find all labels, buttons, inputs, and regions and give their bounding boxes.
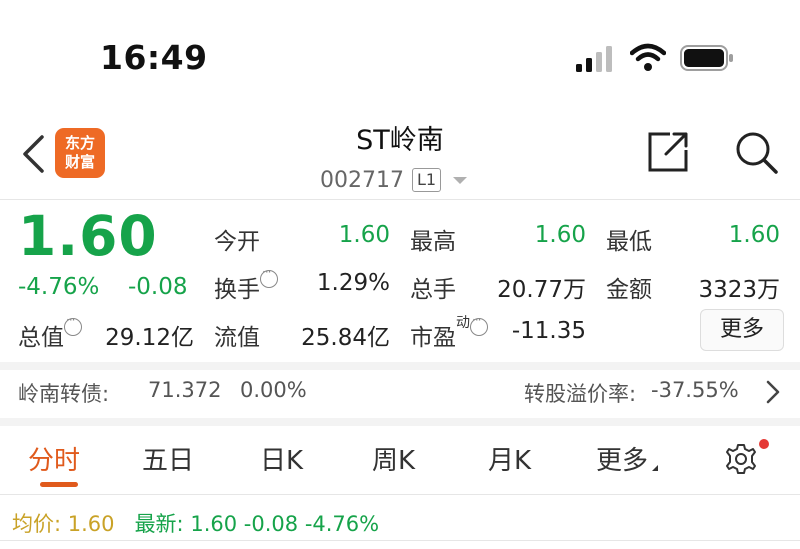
premium-value: -37.55% (651, 378, 739, 402)
more-button[interactable]: 更多 (700, 309, 784, 351)
tab-intraday[interactable]: 分时 (28, 440, 80, 477)
section-divider (0, 362, 800, 370)
float-cap-value: 25.84亿 (301, 325, 390, 351)
tab-five-day[interactable]: 五日 (142, 440, 194, 477)
volume-value: 20.77万 (497, 277, 586, 303)
logo-text-line2: 财富 (64, 153, 95, 171)
corner-caret-icon (652, 465, 659, 471)
market-cap-value: 29.12亿 (105, 325, 194, 351)
battery-icon (680, 45, 733, 71)
intraday-legend: 均价: 1.60 最新: 1.60 -0.08 -4.76% (12, 508, 379, 538)
low-label: 最低 (606, 229, 652, 255)
app-logo[interactable]: 东方 财富 (55, 128, 105, 178)
stock-name: ST岭南 (356, 125, 444, 156)
status-time: 16:49 (100, 38, 208, 77)
share-icon[interactable] (644, 128, 692, 176)
section-divider (0, 418, 800, 426)
latest-percent: -4.76% (304, 512, 380, 536)
bond-price: 71.372 (148, 378, 222, 402)
open-value: 1.60 (338, 222, 390, 248)
amount-value: 3323万 (698, 277, 780, 303)
wifi-icon (630, 43, 666, 71)
avg-price-label: 均价: (12, 512, 62, 536)
back-chevron-icon[interactable] (20, 134, 46, 174)
pe-label: 市盈动 (410, 313, 488, 352)
chevron-right-icon[interactable] (766, 380, 780, 404)
info-icon[interactable] (64, 313, 82, 336)
latest-value: 1.60 (190, 512, 238, 536)
float-cap-label: 流值 (214, 325, 260, 351)
bond-name[interactable]: 岭南转债: (18, 378, 109, 408)
open-label: 今开 (214, 229, 260, 255)
turnover-value: 1.29% (316, 270, 390, 296)
amount-label: 金额 (606, 277, 652, 303)
active-tab-indicator (40, 482, 78, 487)
change-amount: -0.08 (128, 274, 188, 300)
premium-label: 转股溢价率: (524, 382, 637, 406)
info-icon[interactable] (470, 313, 488, 336)
notification-dot (759, 439, 769, 449)
avg-price-value: 1.60 (67, 512, 115, 536)
level-badge: L1 (411, 168, 442, 192)
current-price: 1.60 (18, 204, 158, 268)
dropdown-caret-icon (453, 176, 468, 184)
tab-monthly-k[interactable]: 月K (488, 440, 531, 477)
latest-change: -0.08 (243, 512, 299, 536)
tab-daily-k[interactable]: 日K (260, 440, 303, 477)
volume-label: 总手 (410, 277, 456, 303)
high-value: 1.60 (534, 222, 586, 248)
market-cap-label: 总值 (18, 313, 82, 352)
info-icon[interactable] (260, 265, 278, 288)
stock-code: 002717 (320, 167, 404, 193)
low-value: 1.60 (728, 222, 780, 248)
gear-icon[interactable] (724, 442, 758, 476)
change-percent: -4.76% (18, 274, 100, 300)
bond-change: 0.00% (240, 378, 307, 402)
tab-more[interactable]: 更多 (596, 440, 659, 477)
high-label: 最高 (410, 229, 456, 255)
header-divider (0, 199, 800, 200)
tab-weekly-k[interactable]: 周K (372, 440, 415, 477)
logo-text-line1: 东方 (64, 134, 95, 152)
latest-label: 最新: (134, 512, 184, 536)
turnover-label: 换手 (214, 265, 278, 304)
cellular-signal-icon (576, 46, 612, 72)
stock-code-selector[interactable]: 002717 L1 (320, 166, 468, 194)
chart-top-border (0, 540, 800, 541)
tabs-divider (0, 494, 800, 495)
pe-value: -11.35 (511, 318, 586, 344)
search-icon[interactable] (732, 128, 780, 176)
